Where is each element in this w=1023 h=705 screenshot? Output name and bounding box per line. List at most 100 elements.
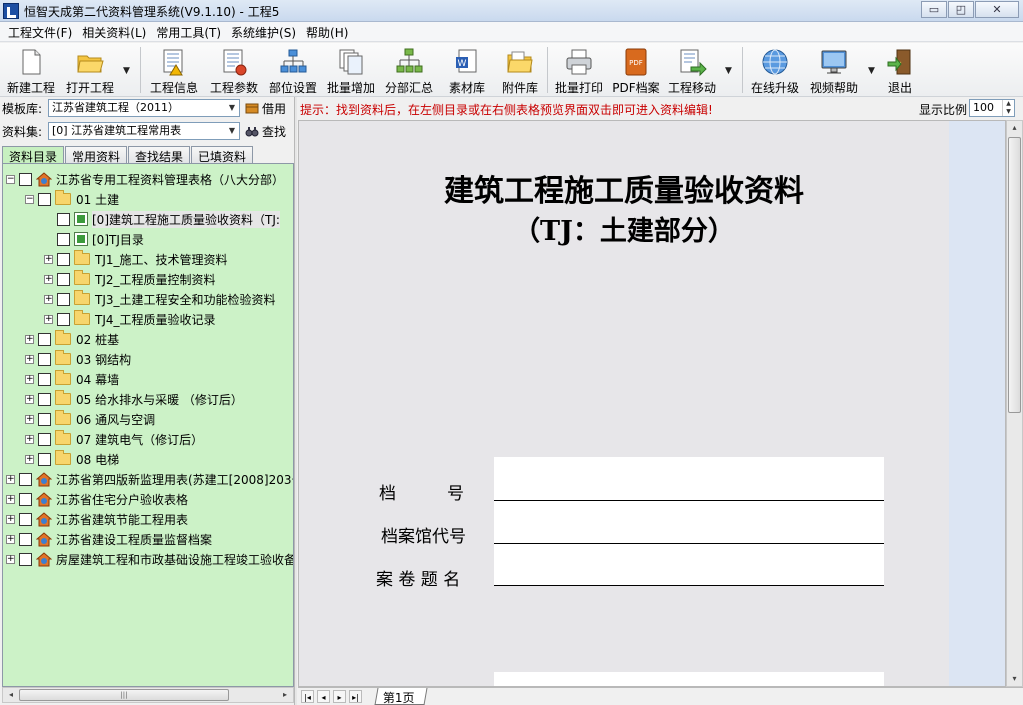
scroll-up-icon[interactable]: ▴ xyxy=(1008,122,1021,134)
sheet-tab-page-1[interactable]: 第1页 xyxy=(374,688,428,705)
tree-item-checkbox[interactable] xyxy=(19,172,32,186)
tree-item-checkbox[interactable] xyxy=(19,492,32,506)
menu-related-docs[interactable]: 相关资料(L) xyxy=(78,22,152,41)
borrow-button[interactable]: 借用 xyxy=(245,100,286,117)
tree-item-checkbox[interactable] xyxy=(38,192,51,206)
expand-icon[interactable]: + xyxy=(25,334,34,344)
open-project-dropdown-icon[interactable]: ▼ xyxy=(123,66,130,76)
tree-item[interactable]: +05 给水排水与采暖 （修订后） xyxy=(25,389,243,409)
tab-search-results[interactable]: 查找结果 xyxy=(128,146,191,164)
tree-item[interactable]: + TJ4_工程质量验收记录 xyxy=(44,309,216,329)
video-help-dropdown-icon[interactable]: ▼ xyxy=(868,66,875,76)
tree-item-checkbox[interactable] xyxy=(19,512,32,526)
menu-common-tools[interactable]: 常用工具(T) xyxy=(152,22,227,41)
expand-icon[interactable]: + xyxy=(6,474,15,484)
tree-item[interactable]: +07 建筑电气（修订后） xyxy=(25,429,203,449)
minimize-button[interactable]: ▭ xyxy=(921,1,947,18)
tree-item-checkbox[interactable] xyxy=(19,552,32,566)
tree-item[interactable]: + 江苏省建筑节能工程用表 xyxy=(6,509,188,529)
tree-item-checkbox[interactable] xyxy=(57,212,70,226)
close-button[interactable]: ✕ xyxy=(975,1,1019,18)
online-upgrade-button[interactable]: 在线升级 xyxy=(748,45,802,95)
zoom-input[interactable]: 100 ▲ ▼ xyxy=(969,99,1015,117)
tree-item-checkbox[interactable] xyxy=(19,532,32,546)
tree-item-checkbox[interactable] xyxy=(38,452,51,466)
expand-icon[interactable]: + xyxy=(25,354,34,364)
open-project-button[interactable]: 打开工程 xyxy=(62,45,118,95)
scrollbar-thumb[interactable]: ||| xyxy=(19,689,229,701)
chevron-down-icon[interactable]: ▼ xyxy=(225,123,239,139)
tree-item[interactable]: +03 钢结构 xyxy=(25,349,131,369)
template-select[interactable]: 江苏省建筑工程（2011） ▼ xyxy=(48,99,240,117)
project-info-button[interactable]: 工程信息 xyxy=(146,45,202,95)
expand-icon[interactable]: + xyxy=(25,374,34,384)
tree-item[interactable]: + 江苏省住宅分户验收表格 xyxy=(6,489,188,509)
video-help-button[interactable]: 视频帮助 xyxy=(806,45,862,95)
menu-help[interactable]: 帮助(H) xyxy=(302,22,354,41)
tree-item[interactable]: − 01 土建 xyxy=(25,189,119,209)
tab-common-docs[interactable]: 常用资料 xyxy=(65,146,128,164)
last-sheet-button[interactable]: ▸| xyxy=(349,690,362,703)
project-move-button[interactable]: 工程移动 xyxy=(666,45,718,95)
tree-item[interactable]: + 江苏省建设工程质量监督档案 xyxy=(6,529,212,549)
expand-icon[interactable]: + xyxy=(44,254,53,264)
tree-item-checkbox[interactable] xyxy=(38,432,51,446)
batch-print-button[interactable]: 批量打印 xyxy=(552,45,606,95)
tree-item[interactable]: +02 桩基 xyxy=(25,329,119,349)
batch-add-button[interactable]: 批量增加 xyxy=(324,45,378,95)
expand-icon[interactable]: + xyxy=(25,454,34,464)
chevron-down-icon[interactable]: ▼ xyxy=(225,100,239,116)
tree-item[interactable]: +04 幕墙 xyxy=(25,369,119,389)
tree-item[interactable]: [0]建筑工程施工质量验收资料（TJ: xyxy=(44,209,280,229)
new-project-button[interactable]: 新建工程 xyxy=(4,45,58,95)
tree-item-checkbox[interactable] xyxy=(38,332,51,346)
pdf-archive-button[interactable]: PDF PDF档案 xyxy=(610,45,662,95)
tree-item-checkbox[interactable] xyxy=(57,292,70,306)
preview-vertical-scrollbar[interactable]: ▴ ▾ xyxy=(1006,120,1023,687)
tree-item[interactable]: +06 通风与空调 xyxy=(25,409,155,429)
tree-item-checkbox[interactable] xyxy=(57,232,70,246)
spin-arrows-icon[interactable]: ▲ ▼ xyxy=(1002,100,1014,116)
tree-horizontal-scrollbar[interactable]: ◂ ||| ▸ xyxy=(2,687,294,703)
dataset-select[interactable]: [0] 江苏省建筑工程常用表 ▼ xyxy=(48,122,240,140)
collapse-icon[interactable]: − xyxy=(25,194,34,204)
expand-icon[interactable]: + xyxy=(25,394,34,404)
tree-item-checkbox[interactable] xyxy=(57,272,70,286)
project-move-dropdown-icon[interactable]: ▼ xyxy=(725,66,732,76)
scroll-left-icon[interactable]: ◂ xyxy=(4,689,18,701)
tree-item[interactable]: +08 电梯 xyxy=(25,449,119,469)
tree-item-checkbox[interactable] xyxy=(38,392,51,406)
next-sheet-button[interactable]: ▸ xyxy=(333,690,346,703)
collapse-icon[interactable]: − xyxy=(6,174,15,184)
project-params-button[interactable]: 工程参数 xyxy=(206,45,262,95)
attachment-library-button[interactable]: 附件库 xyxy=(496,45,544,95)
expand-icon[interactable]: + xyxy=(44,274,53,284)
expand-icon[interactable]: + xyxy=(44,314,53,324)
scrollbar-thumb[interactable] xyxy=(1008,137,1021,413)
expand-icon[interactable]: + xyxy=(6,534,15,544)
menu-project-file[interactable]: 工程文件(F) xyxy=(4,22,78,41)
tree-item-checkbox[interactable] xyxy=(57,252,70,266)
tree-item-checkbox[interactable] xyxy=(57,312,70,326)
scroll-right-icon[interactable]: ▸ xyxy=(278,689,292,701)
expand-icon[interactable]: + xyxy=(6,494,15,504)
document-preview[interactable]: 建筑工程施工质量验收资料 （TJ：土建部分） 档 号 档案馆代号 案 卷 题 名 xyxy=(298,120,1006,687)
expand-icon[interactable]: + xyxy=(6,514,15,524)
panel-splitter[interactable] xyxy=(294,97,297,705)
prev-sheet-button[interactable]: ◂ xyxy=(317,690,330,703)
tree-item[interactable]: + TJ3_土建工程安全和功能检验资料 xyxy=(44,289,276,309)
part-settings-button[interactable]: 部位设置 xyxy=(266,45,320,95)
tree-item[interactable]: + 江苏省第四版新监理用表(苏建工[2008]203号 xyxy=(6,469,293,489)
tree-item-checkbox[interactable] xyxy=(19,472,32,486)
expand-icon[interactable]: + xyxy=(6,554,15,564)
tree-item[interactable]: [0]TJ目录 xyxy=(44,229,144,249)
expand-icon[interactable]: + xyxy=(44,294,53,304)
menu-system-maintenance[interactable]: 系统维护(S) xyxy=(227,22,302,41)
material-library-button[interactable]: W 素材库 xyxy=(442,45,492,95)
tree-item[interactable]: + 房屋建筑工程和市政基础设施工程竣工验收备 xyxy=(6,549,293,569)
tree-item[interactable]: + TJ1_施工、技术管理资料 xyxy=(44,249,228,269)
exit-button[interactable]: 退出 xyxy=(882,45,918,95)
tab-doc-catalog[interactable]: 资料目录 xyxy=(2,146,65,164)
expand-icon[interactable]: + xyxy=(25,414,34,424)
tab-filled-docs[interactable]: 已填资料 xyxy=(191,146,254,164)
